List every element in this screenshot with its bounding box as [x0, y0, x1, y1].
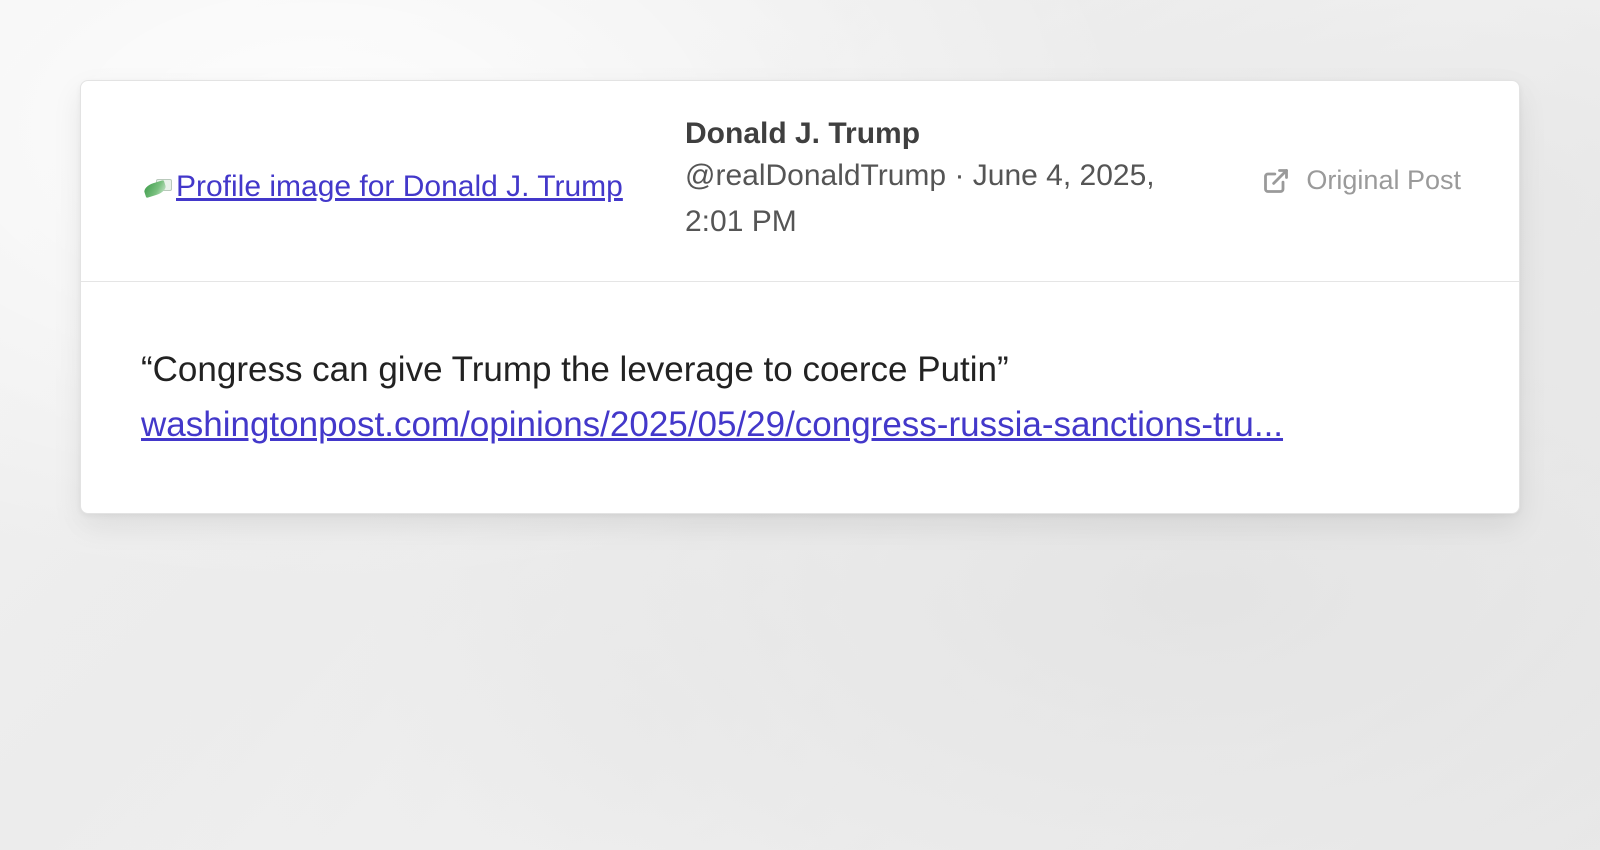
original-post-label: Original Post	[1306, 165, 1461, 195]
post-body: “Congress can give Trump the leverage to…	[81, 282, 1519, 457]
author-meta: @realDonaldTrump · June 4, 2025, 2:01 PM	[685, 153, 1205, 245]
article-link[interactable]: washingtonpost.com/opinions/2025/05/29/c…	[141, 405, 1283, 444]
post-card: Profile image for Donald J. Trump Donald…	[80, 80, 1520, 514]
broken-image-icon	[142, 175, 174, 199]
original-post-link[interactable]: Original Post	[1262, 165, 1461, 196]
author-name: Donald J. Trump	[685, 117, 921, 150]
author-info: Donald J. Trump @realDonaldTrump · June …	[685, 115, 1205, 245]
avatar-link[interactable]: Profile image for Donald J. Trump	[142, 167, 662, 207]
post-quote: “Congress can give Trump the leverage to…	[141, 350, 1009, 389]
post-header: Profile image for Donald J. Trump Donald…	[81, 81, 1519, 282]
post-time: 2:01 PM	[685, 205, 797, 238]
handle-date: @realDonaldTrump · June 4, 2025,	[685, 159, 1155, 192]
external-link-icon	[1264, 168, 1289, 193]
avatar-alt-text: Profile image for Donald J. Trump	[176, 170, 623, 203]
